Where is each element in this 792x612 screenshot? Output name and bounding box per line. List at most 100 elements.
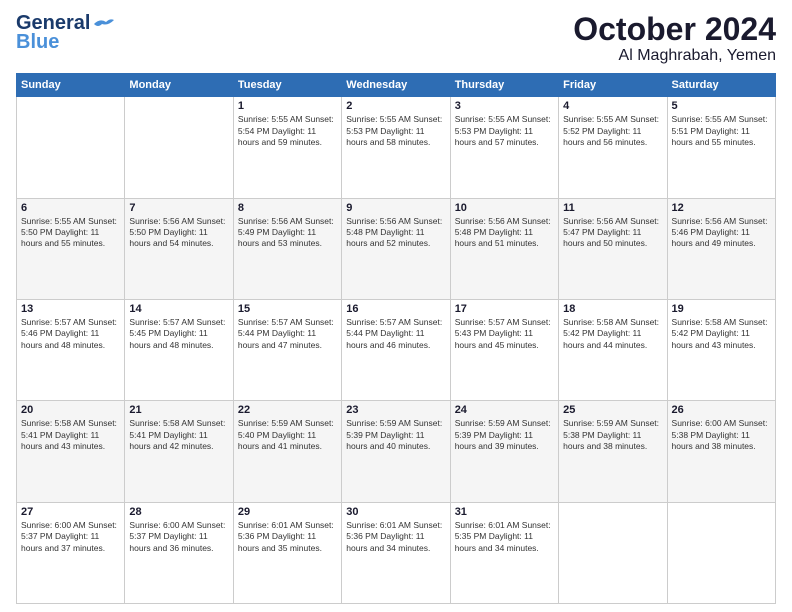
day-content: Sunrise: 5:56 AM Sunset: 5:48 PM Dayligh… bbox=[346, 216, 445, 250]
day-content: Sunrise: 5:56 AM Sunset: 5:49 PM Dayligh… bbox=[238, 216, 337, 250]
calendar-week-row: 1 Sunrise: 5:55 AM Sunset: 5:54 PM Daylig… bbox=[17, 97, 776, 198]
day-content: Sunrise: 5:55 AM Sunset: 5:50 PM Dayligh… bbox=[21, 216, 120, 250]
header-monday: Monday bbox=[125, 74, 233, 97]
table-row bbox=[559, 502, 667, 603]
calendar-table: Sunday Monday Tuesday Wednesday Thursday… bbox=[16, 73, 776, 604]
day-content: Sunrise: 5:57 AM Sunset: 5:46 PM Dayligh… bbox=[21, 317, 120, 351]
day-number: 28 bbox=[129, 506, 228, 518]
day-number: 19 bbox=[672, 303, 771, 315]
day-content: Sunrise: 5:58 AM Sunset: 5:41 PM Dayligh… bbox=[129, 418, 228, 452]
day-number: 11 bbox=[563, 202, 662, 214]
day-content: Sunrise: 5:55 AM Sunset: 5:54 PM Dayligh… bbox=[238, 114, 337, 148]
day-number: 30 bbox=[346, 506, 445, 518]
day-content: Sunrise: 6:00 AM Sunset: 5:38 PM Dayligh… bbox=[672, 418, 771, 452]
day-content: Sunrise: 5:56 AM Sunset: 5:50 PM Dayligh… bbox=[129, 216, 228, 250]
table-row: 19 Sunrise: 5:58 AM Sunset: 5:42 PM Dayli… bbox=[667, 299, 775, 400]
day-number: 12 bbox=[672, 202, 771, 214]
table-row: 8 Sunrise: 5:56 AM Sunset: 5:49 PM Daylig… bbox=[233, 198, 341, 299]
table-row: 27Sunrise: 6:00 AM Sunset: 5:37 PM Dayli… bbox=[17, 502, 125, 603]
table-row: 7 Sunrise: 5:56 AM Sunset: 5:50 PM Daylig… bbox=[125, 198, 233, 299]
table-row: 2 Sunrise: 5:55 AM Sunset: 5:53 PM Daylig… bbox=[342, 97, 450, 198]
day-number: 8 bbox=[238, 202, 337, 214]
header-tuesday: Tuesday bbox=[233, 74, 341, 97]
day-number: 10 bbox=[455, 202, 554, 214]
day-number: 20 bbox=[21, 404, 120, 416]
day-number: 18 bbox=[563, 303, 662, 315]
day-content: Sunrise: 6:01 AM Sunset: 5:36 PM Dayligh… bbox=[346, 520, 445, 554]
day-number: 4 bbox=[563, 100, 662, 112]
day-number: 29 bbox=[238, 506, 337, 518]
table-row: 18 Sunrise: 5:58 AM Sunset: 5:42 PM Dayli… bbox=[559, 299, 667, 400]
table-row: 28 Sunrise: 6:00 AM Sunset: 5:37 PM Dayli… bbox=[125, 502, 233, 603]
table-row: 25 Sunrise: 5:59 AM Sunset: 5:38 PM Dayli… bbox=[559, 401, 667, 502]
day-number: 24 bbox=[455, 404, 554, 416]
day-number: 6 bbox=[21, 202, 120, 214]
table-row: 31 Sunrise: 6:01 AM Sunset: 5:35 PM Dayli… bbox=[450, 502, 558, 603]
table-row bbox=[125, 97, 233, 198]
table-row: 22Sunrise: 5:59 AM Sunset: 5:40 PM Dayli… bbox=[233, 401, 341, 502]
logo-bird-icon bbox=[92, 16, 114, 32]
day-content: Sunrise: 5:58 AM Sunset: 5:41 PM Dayligh… bbox=[21, 418, 120, 452]
day-number: 31 bbox=[455, 506, 554, 518]
day-content: Sunrise: 5:58 AM Sunset: 5:42 PM Dayligh… bbox=[672, 317, 771, 351]
header-sunday: Sunday bbox=[17, 74, 125, 97]
page-container: General Blue October 2024 Al Maghrabah, … bbox=[0, 0, 792, 612]
table-row: 10 Sunrise: 5:56 AM Sunset: 5:48 PM Dayli… bbox=[450, 198, 558, 299]
title-block: October 2024 Al Maghrabah, Yemen bbox=[573, 12, 776, 65]
day-number: 21 bbox=[129, 404, 228, 416]
calendar-title: October 2024 bbox=[573, 12, 776, 47]
header: General Blue October 2024 Al Maghrabah, … bbox=[16, 12, 776, 65]
calendar-week-row: 20 Sunrise: 5:58 AM Sunset: 5:41 PM Dayli… bbox=[17, 401, 776, 502]
header-wednesday: Wednesday bbox=[342, 74, 450, 97]
day-number: 13 bbox=[21, 303, 120, 315]
table-row: 16Sunrise: 5:57 AM Sunset: 5:44 PM Dayli… bbox=[342, 299, 450, 400]
table-row: 23Sunrise: 5:59 AM Sunset: 5:39 PM Dayli… bbox=[342, 401, 450, 502]
day-content: Sunrise: 6:00 AM Sunset: 5:37 PM Dayligh… bbox=[129, 520, 228, 554]
day-content: Sunrise: 5:59 AM Sunset: 5:39 PM Dayligh… bbox=[455, 418, 554, 452]
day-number: 14 bbox=[129, 303, 228, 315]
table-row: 9Sunrise: 5:56 AM Sunset: 5:48 PM Daylig… bbox=[342, 198, 450, 299]
day-number: 3 bbox=[455, 100, 554, 112]
table-row: 29 Sunrise: 6:01 AM Sunset: 5:36 PM Dayli… bbox=[233, 502, 341, 603]
day-content: Sunrise: 5:57 AM Sunset: 5:44 PM Dayligh… bbox=[346, 317, 445, 351]
header-thursday: Thursday bbox=[450, 74, 558, 97]
table-row: 13 Sunrise: 5:57 AM Sunset: 5:46 PM Dayli… bbox=[17, 299, 125, 400]
day-number: 15 bbox=[238, 303, 337, 315]
day-number: 7 bbox=[129, 202, 228, 214]
day-content: Sunrise: 5:55 AM Sunset: 5:51 PM Dayligh… bbox=[672, 114, 771, 148]
day-number: 2 bbox=[346, 100, 445, 112]
day-content: Sunrise: 5:59 AM Sunset: 5:38 PM Dayligh… bbox=[563, 418, 662, 452]
day-content: Sunrise: 6:01 AM Sunset: 5:35 PM Dayligh… bbox=[455, 520, 554, 554]
day-content: Sunrise: 5:55 AM Sunset: 5:53 PM Dayligh… bbox=[455, 114, 554, 148]
day-content: Sunrise: 6:00 AM Sunset: 5:37 PM Dayligh… bbox=[21, 520, 120, 554]
day-number: 1 bbox=[238, 100, 337, 112]
calendar-header-row: Sunday Monday Tuesday Wednesday Thursday… bbox=[17, 74, 776, 97]
table-row: 15 Sunrise: 5:57 AM Sunset: 5:44 PM Dayli… bbox=[233, 299, 341, 400]
calendar-week-row: 13 Sunrise: 5:57 AM Sunset: 5:46 PM Dayli… bbox=[17, 299, 776, 400]
table-row: 11 Sunrise: 5:56 AM Sunset: 5:47 PM Dayli… bbox=[559, 198, 667, 299]
table-row bbox=[17, 97, 125, 198]
day-number: 22 bbox=[238, 404, 337, 416]
day-content: Sunrise: 5:55 AM Sunset: 5:52 PM Dayligh… bbox=[563, 114, 662, 148]
day-content: Sunrise: 5:57 AM Sunset: 5:45 PM Dayligh… bbox=[129, 317, 228, 351]
table-row: 3 Sunrise: 5:55 AM Sunset: 5:53 PM Daylig… bbox=[450, 97, 558, 198]
table-row: 6 Sunrise: 5:55 AM Sunset: 5:50 PM Daylig… bbox=[17, 198, 125, 299]
calendar-week-row: 27Sunrise: 6:00 AM Sunset: 5:37 PM Dayli… bbox=[17, 502, 776, 603]
day-content: Sunrise: 5:56 AM Sunset: 5:47 PM Dayligh… bbox=[563, 216, 662, 250]
day-content: Sunrise: 5:58 AM Sunset: 5:42 PM Dayligh… bbox=[563, 317, 662, 351]
day-content: Sunrise: 5:56 AM Sunset: 5:48 PM Dayligh… bbox=[455, 216, 554, 250]
table-row: 1 Sunrise: 5:55 AM Sunset: 5:54 PM Daylig… bbox=[233, 97, 341, 198]
header-saturday: Saturday bbox=[667, 74, 775, 97]
table-row: 17Sunrise: 5:57 AM Sunset: 5:43 PM Dayli… bbox=[450, 299, 558, 400]
table-row: 30 Sunrise: 6:01 AM Sunset: 5:36 PM Dayli… bbox=[342, 502, 450, 603]
logo-blue: Blue bbox=[16, 31, 59, 54]
table-row: 24 Sunrise: 5:59 AM Sunset: 5:39 PM Dayli… bbox=[450, 401, 558, 502]
day-content: Sunrise: 6:01 AM Sunset: 5:36 PM Dayligh… bbox=[238, 520, 337, 554]
day-number: 25 bbox=[563, 404, 662, 416]
table-row: 5Sunrise: 5:55 AM Sunset: 5:51 PM Daylig… bbox=[667, 97, 775, 198]
header-friday: Friday bbox=[559, 74, 667, 97]
day-content: Sunrise: 5:55 AM Sunset: 5:53 PM Dayligh… bbox=[346, 114, 445, 148]
day-content: Sunrise: 5:57 AM Sunset: 5:44 PM Dayligh… bbox=[238, 317, 337, 351]
day-number: 26 bbox=[672, 404, 771, 416]
calendar-week-row: 6 Sunrise: 5:55 AM Sunset: 5:50 PM Daylig… bbox=[17, 198, 776, 299]
